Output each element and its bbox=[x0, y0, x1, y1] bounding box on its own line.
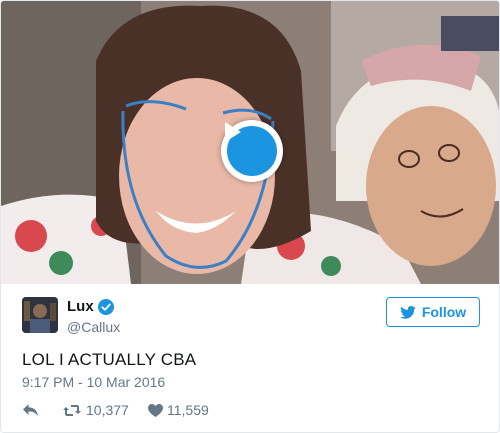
author-handle[interactable]: @Callux bbox=[67, 319, 120, 335]
twitter-bird-icon bbox=[400, 305, 416, 319]
tweet-video[interactable] bbox=[1, 1, 499, 284]
tweet-text: LOL I ACTUALLY CBA bbox=[22, 350, 197, 369]
retweet-button[interactable]: 10,377 bbox=[62, 402, 148, 418]
reply-button[interactable] bbox=[22, 403, 62, 417]
author-name-row: Lux bbox=[67, 298, 114, 315]
follow-button[interactable]: Follow bbox=[386, 297, 480, 327]
verified-badge-icon bbox=[97, 298, 114, 315]
play-icon bbox=[225, 122, 277, 176]
retweet-icon bbox=[62, 404, 82, 417]
tweet-timestamp[interactable]: 9:17 PM - 10 Mar 2016 bbox=[22, 374, 165, 390]
avatar[interactable] bbox=[22, 297, 58, 333]
heart-icon bbox=[148, 403, 163, 417]
follow-label: Follow bbox=[421, 304, 467, 320]
like-count: 11,559 bbox=[167, 402, 209, 418]
retweet-count: 10,377 bbox=[86, 402, 129, 418]
reply-icon bbox=[22, 403, 39, 417]
display-name[interactable]: Lux bbox=[67, 298, 94, 315]
tweet-actions: 10,377 11,559 bbox=[22, 400, 209, 420]
tweet-card: Lux @Callux Follow LOL I ACTUALLY CBA 9:… bbox=[0, 0, 500, 433]
play-button[interactable] bbox=[221, 120, 283, 182]
like-button[interactable]: 11,559 bbox=[148, 402, 209, 418]
